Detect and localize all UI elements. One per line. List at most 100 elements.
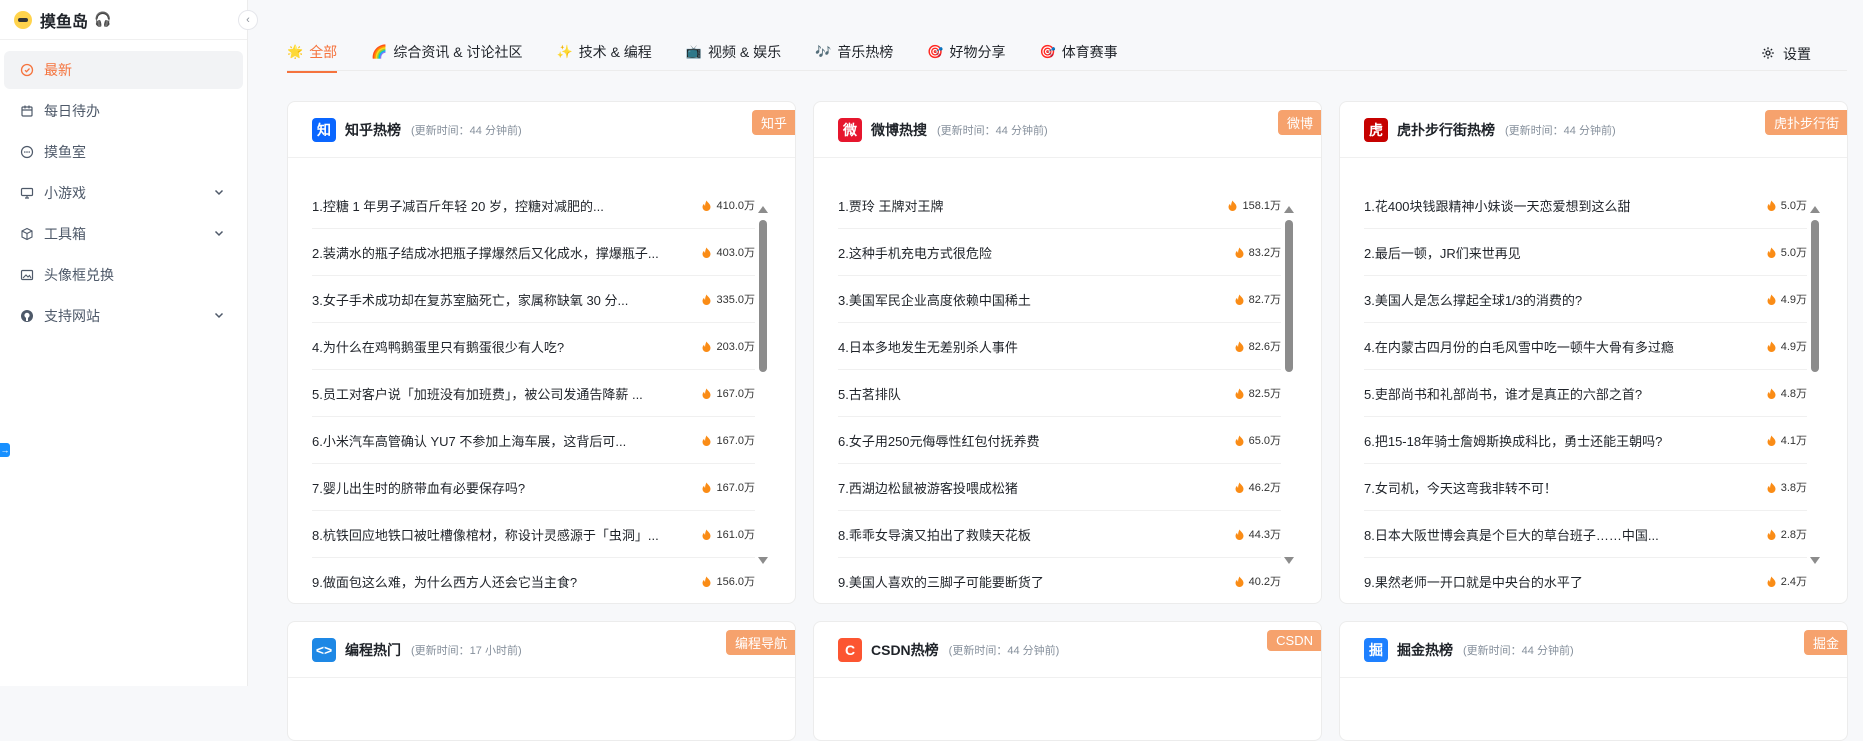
list-item[interactable]: 3.女子手术成功却在复苏室脑死亡，家属称缺氧 30 分... 335.0万	[312, 276, 755, 323]
scrollbar-thumb[interactable]	[1811, 220, 1819, 372]
list-item-title[interactable]: 6.把15-18年骑士詹姆斯换成科比，勇士还能王朝吗?	[1364, 431, 1745, 450]
list-item[interactable]: 9.做面包这么难，为什么西方人还会它当主食? 156.0万	[312, 558, 755, 603]
chevron-down-icon[interactable]	[213, 309, 225, 321]
card-title[interactable]: CSDN热榜	[871, 640, 939, 660]
brand[interactable]: 摸鱼岛 🎧	[0, 0, 247, 40]
card-title[interactable]: 编程热门	[345, 640, 401, 660]
source-ribbon[interactable]: 掘金	[1803, 630, 1847, 655]
settings-button[interactable]: 设置	[1761, 44, 1811, 64]
list-item-title[interactable]: 7.婴儿出生时的脐带血有必要保存吗?	[312, 478, 693, 497]
list-item-title[interactable]: 1.花400块钱跟精神小妹谈一天恋爱想到这么甜	[1364, 196, 1745, 215]
list-item-title[interactable]: 4.日本多地发生无差别杀人事件	[838, 337, 1219, 356]
list-item[interactable]: 2.装满水的瓶子结成冰把瓶子撑爆然后又化成水，撑爆瓶子... 403.0万	[312, 229, 755, 276]
list-item[interactable]: 1.控糖 1 年男子减百斤年轻 20 岁，控糖对减肥的... 410.0万	[312, 182, 755, 229]
list-item[interactable]: 7.女司机，今天这弯我非转不可！ 3.8万	[1364, 464, 1807, 511]
list-item[interactable]: 9.果然老师一开口就是中央台的水平了 2.4万	[1364, 558, 1807, 603]
scroll-down-arrow-icon[interactable]	[758, 557, 768, 564]
list-item[interactable]: 2.这种手机充电方式很危险 83.2万	[838, 229, 1281, 276]
list-item[interactable]: 4.日本多地发生无差别杀人事件 82.6万	[838, 323, 1281, 370]
source-ribbon[interactable]: CSDN	[1267, 630, 1321, 651]
scrollbar[interactable]	[1284, 206, 1294, 564]
scrollbar[interactable]	[758, 206, 768, 564]
card-title[interactable]: 虎扑步行街热榜	[1397, 120, 1495, 140]
scroll-down-arrow-icon[interactable]	[1284, 557, 1294, 564]
list-item[interactable]: 7.西湖边松鼠被游客投喂成松猪 46.2万	[838, 464, 1281, 511]
sidebar-item-avatar-frame[interactable]: 头像框兑换	[4, 256, 243, 294]
list-item-title[interactable]: 9.做面包这么难，为什么西方人还会它当主食?	[312, 572, 693, 591]
list-item[interactable]: 8.日本大阪世博会真是个巨大的草台班子……中国... 2.8万	[1364, 511, 1807, 558]
list-item[interactable]: 1.花400块钱跟精神小妹谈一天恋爱想到这么甜 5.0万	[1364, 182, 1807, 229]
card-title[interactable]: 知乎热榜	[345, 120, 401, 140]
source-ribbon[interactable]: 编程导航	[725, 630, 795, 655]
list-item[interactable]: 7.婴儿出生时的脐带血有必要保存吗? 167.0万	[312, 464, 755, 511]
list-item-title[interactable]: 5.员工对客户说「加班没有加班费」，被公司发通告降薪 ...	[312, 384, 693, 403]
scroll-up-arrow-icon[interactable]	[1284, 206, 1294, 213]
collapse-sidebar-button[interactable]: ‹	[238, 10, 258, 30]
sidebar-item-toolbox[interactable]: 工具箱	[4, 215, 243, 253]
list-item-title[interactable]: 7.女司机，今天这弯我非转不可！	[1364, 478, 1745, 497]
fire-icon	[702, 200, 711, 211]
list-item[interactable]: 4.为什么在鸡鸭鹅蛋里只有鹅蛋很少有人吃? 203.0万	[312, 323, 755, 370]
list-item[interactable]: 5.员工对客户说「加班没有加班费」，被公司发通告降薪 ... 167.0万	[312, 370, 755, 417]
chevron-down-icon[interactable]	[213, 227, 225, 239]
list-item-title[interactable]: 6.女子用250元侮辱性红包付抚养费	[838, 431, 1219, 450]
list-item-title[interactable]: 9.美国人喜欢的三脚子可能要断货了	[838, 572, 1219, 591]
tab-tech-programming[interactable]: ✨ 技术 & 编程	[557, 34, 652, 70]
list-item-title[interactable]: 4.为什么在鸡鸭鹅蛋里只有鹅蛋很少有人吃?	[312, 337, 693, 356]
list-item-title[interactable]: 3.美国军民企业高度依赖中国稀土	[838, 290, 1219, 309]
list-item[interactable]: 6.把15-18年骑士詹姆斯换成科比，勇士还能王朝吗? 4.1万	[1364, 417, 1807, 464]
list-item[interactable]: 3.美国军民企业高度依赖中国稀土 82.7万	[838, 276, 1281, 323]
scroll-up-arrow-icon[interactable]	[1810, 206, 1820, 213]
list-item-title[interactable]: 9.果然老师一开口就是中央台的水平了	[1364, 572, 1745, 591]
tab-sports[interactable]: 🎯 体育赛事	[1040, 34, 1118, 70]
tab-news-community[interactable]: 🌈 综合资讯 & 讨论社区	[371, 34, 522, 70]
list-item[interactable]: 3.美国人是怎么撑起全球1/3的消费的? 4.9万	[1364, 276, 1807, 323]
list-item[interactable]: 6.女子用250元侮辱性红包付抚养费 65.0万	[838, 417, 1281, 464]
sidebar-item-chat-room[interactable]: 摸鱼室	[4, 133, 243, 171]
scrollbar[interactable]	[1810, 206, 1820, 564]
scroll-up-arrow-icon[interactable]	[758, 206, 768, 213]
side-expand-tab[interactable]: →	[0, 443, 10, 457]
scroll-down-arrow-icon[interactable]	[1810, 557, 1820, 564]
list-item-title[interactable]: 5.古茗排队	[838, 384, 1219, 403]
list-item-title[interactable]: 2.最后一顿，JR们来世再见	[1364, 243, 1745, 262]
tab-goods[interactable]: 🎯 好物分享	[927, 34, 1005, 70]
list-item-title[interactable]: 1.贾玲 王牌对王牌	[838, 196, 1219, 215]
list-item-title[interactable]: 8.杭铁回应地铁口被吐槽像棺材，称设计灵感源于「虫洞」...	[312, 525, 693, 544]
list-item-title[interactable]: 8.乖乖女导演又拍出了救赎天花板	[838, 525, 1219, 544]
list-item[interactable]: 1.贾玲 王牌对王牌 158.1万	[838, 182, 1281, 229]
source-ribbon[interactable]: 虎扑步行街	[1764, 110, 1847, 135]
tab-all[interactable]: 🌟 全部	[287, 34, 338, 73]
list-item-title[interactable]: 4.在内蒙古四月份的白毛风雪中吃一顿牛大骨有多过瘾	[1364, 337, 1745, 356]
list-item-title[interactable]: 2.这种手机充电方式很危险	[838, 243, 1219, 262]
list-item-title[interactable]: 5.吏部尚书和礼部尚书，谁才是真正的六部之首?	[1364, 384, 1745, 403]
card-title[interactable]: 掘金热榜	[1397, 640, 1453, 660]
tab-music[interactable]: 🎶 音乐热榜	[815, 34, 893, 70]
list-item-title[interactable]: 6.小米汽车高管确认 YU7 不参加上海车展，这背后可...	[312, 431, 693, 450]
list-item-title[interactable]: 7.西湖边松鼠被游客投喂成松猪	[838, 478, 1219, 497]
list-item-title[interactable]: 1.控糖 1 年男子减百斤年轻 20 岁，控糖对减肥的...	[312, 196, 693, 215]
source-ribbon[interactable]: 微博	[1277, 110, 1321, 135]
sidebar-item-support[interactable]: 支持网站	[4, 297, 243, 335]
source-ribbon[interactable]: 知乎	[751, 110, 795, 135]
scrollbar-thumb[interactable]	[759, 220, 767, 372]
list-item[interactable]: 8.乖乖女导演又拍出了救赎天花板 44.3万	[838, 511, 1281, 558]
list-item[interactable]: 2.最后一顿，JR们来世再见 5.0万	[1364, 229, 1807, 276]
sidebar-item-mini-games[interactable]: 小游戏	[4, 174, 243, 212]
list-item-title[interactable]: 2.装满水的瓶子结成冰把瓶子撑爆然后又化成水，撑爆瓶子...	[312, 243, 693, 262]
list-item[interactable]: 5.古茗排队 82.5万	[838, 370, 1281, 417]
list-item[interactable]: 8.杭铁回应地铁口被吐槽像棺材，称设计灵感源于「虫洞」... 161.0万	[312, 511, 755, 558]
card-title[interactable]: 微博热搜	[871, 120, 927, 140]
list-item[interactable]: 6.小米汽车高管确认 YU7 不参加上海车展，这背后可... 167.0万	[312, 417, 755, 464]
chevron-down-icon[interactable]	[213, 186, 225, 198]
list-item-title[interactable]: 8.日本大阪世博会真是个巨大的草台班子……中国...	[1364, 525, 1745, 544]
sidebar-item-latest[interactable]: 最新	[4, 51, 243, 89]
tab-video-entertainment[interactable]: 📺 视频 & 娱乐	[686, 34, 781, 70]
sidebar-item-daily-todo[interactable]: 每日待办	[4, 92, 243, 130]
list-item[interactable]: 9.美国人喜欢的三脚子可能要断货了 40.2万	[838, 558, 1281, 603]
list-item-title[interactable]: 3.女子手术成功却在复苏室脑死亡，家属称缺氧 30 分...	[312, 290, 693, 309]
list-item-title[interactable]: 3.美国人是怎么撑起全球1/3的消费的?	[1364, 290, 1745, 309]
list-item[interactable]: 5.吏部尚书和礼部尚书，谁才是真正的六部之首? 4.8万	[1364, 370, 1807, 417]
scrollbar-thumb[interactable]	[1285, 220, 1293, 372]
list-item[interactable]: 4.在内蒙古四月份的白毛风雪中吃一顿牛大骨有多过瘾 4.9万	[1364, 323, 1807, 370]
